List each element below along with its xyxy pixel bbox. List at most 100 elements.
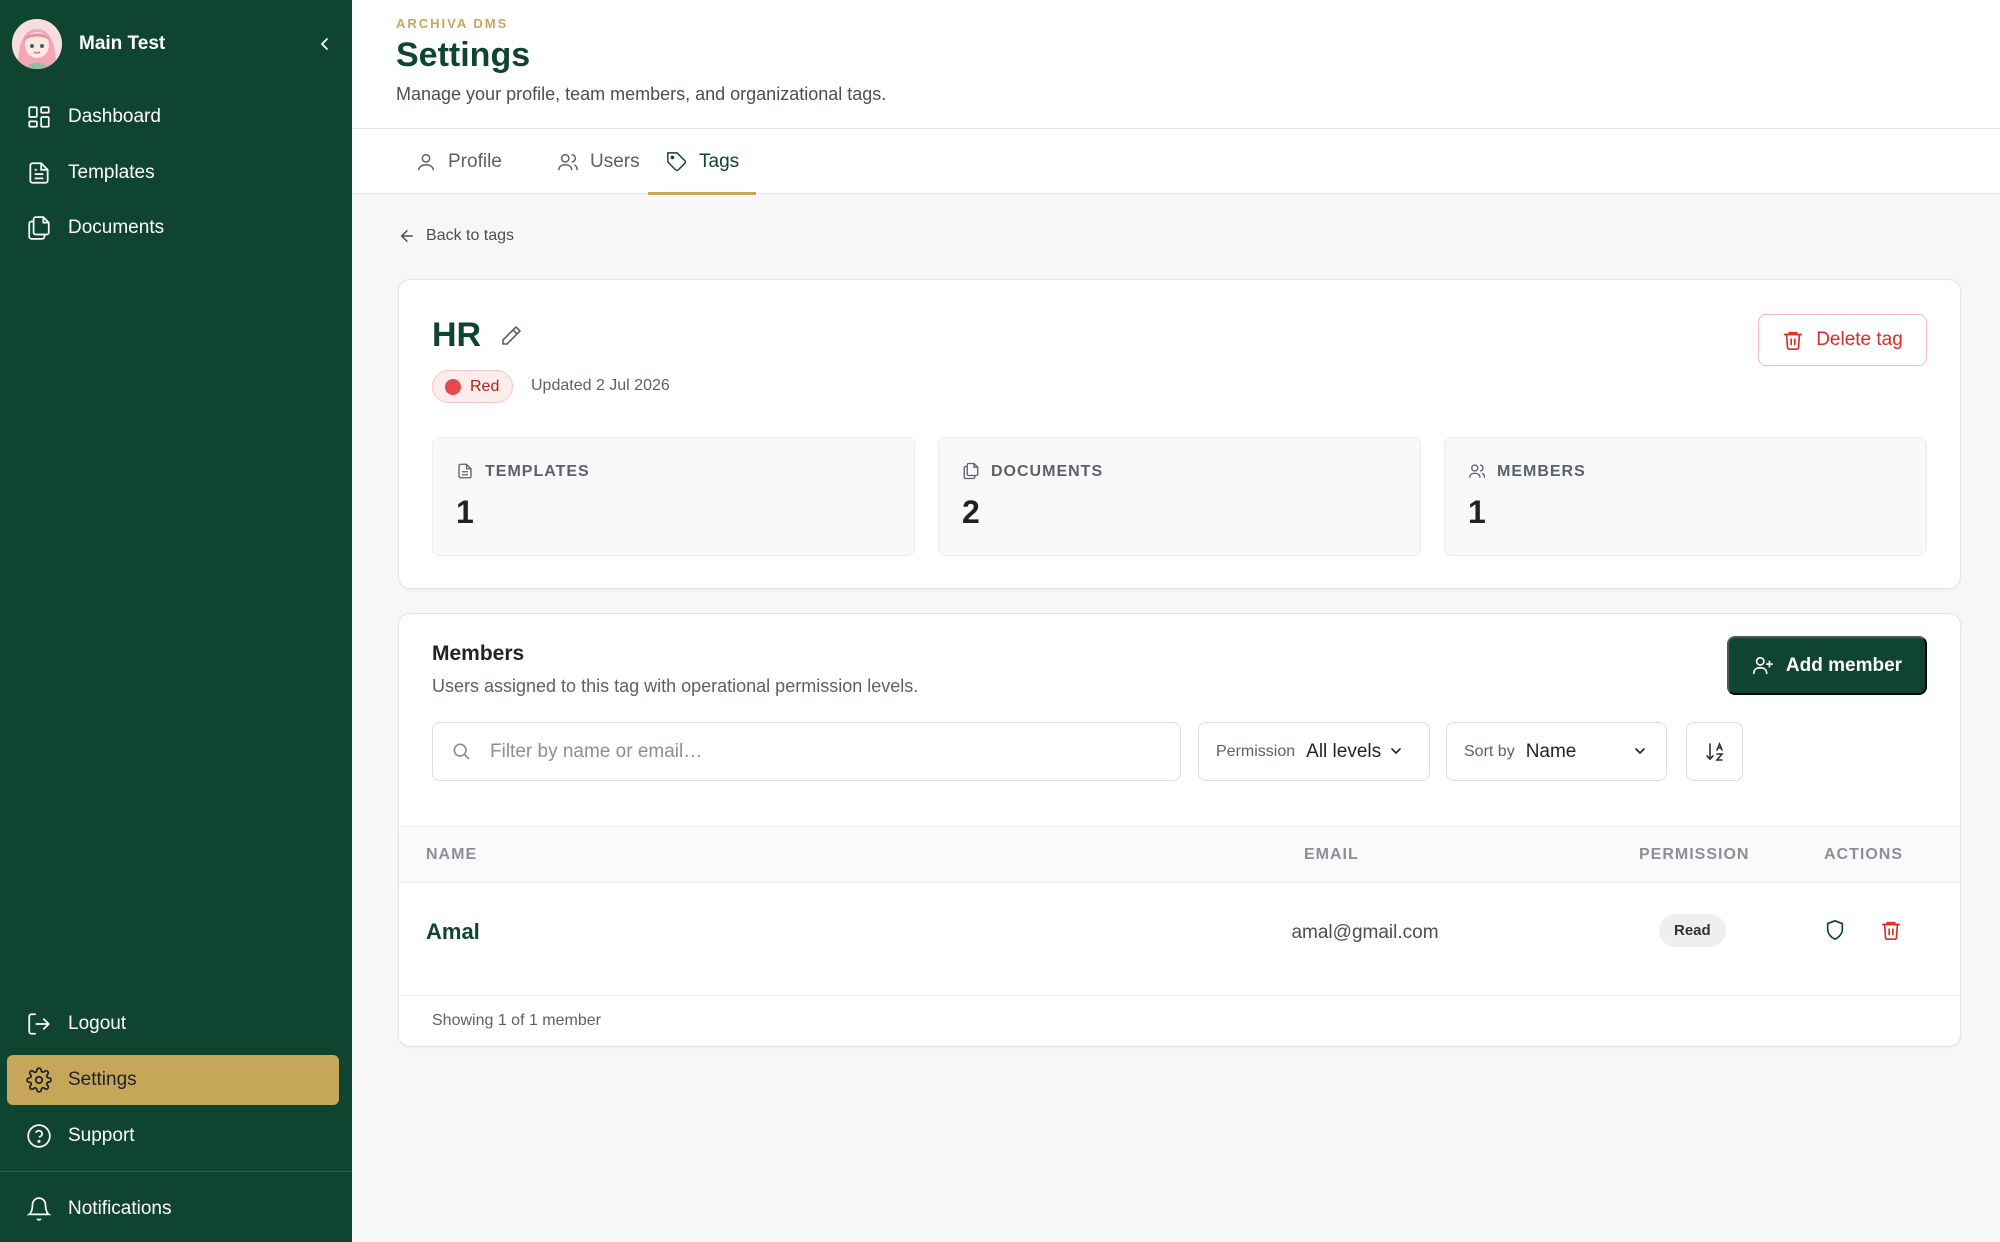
documents-icon xyxy=(25,214,53,242)
logout-icon xyxy=(25,1010,53,1038)
file-text-icon xyxy=(456,462,476,482)
column-header-name[interactable]: NAME xyxy=(426,846,477,864)
updated-date: Updated 2 Jul 2026 xyxy=(531,377,670,394)
tag-color-label: Red xyxy=(470,377,500,395)
documents-icon xyxy=(962,462,982,482)
sidebar-item-logout[interactable]: Logout xyxy=(7,999,339,1049)
app-eyebrow: ARCHIVA DMS xyxy=(396,16,509,31)
tag-icon xyxy=(665,150,689,174)
sidebar-item-notifications[interactable]: Notifications xyxy=(7,1184,339,1234)
sidebar-item-label: Documents xyxy=(68,217,165,238)
back-to-tags-link[interactable]: Back to tags xyxy=(398,226,514,246)
tag-color-badge: Red xyxy=(432,370,514,403)
trash-icon xyxy=(1782,329,1804,351)
stat-documents: DOCUMENTS 2 xyxy=(938,437,1421,556)
collapse-sidebar-button[interactable] xyxy=(310,29,340,59)
column-header-email[interactable]: EMAIL xyxy=(1304,846,1359,864)
settings-tabs: Profile Users Tags xyxy=(352,129,2000,195)
sidebar-item-label: Logout xyxy=(68,1013,127,1034)
trash-icon xyxy=(1881,921,1901,940)
column-header-permission[interactable]: PERMISSION xyxy=(1639,846,1749,864)
delete-tag-button[interactable]: Delete tag xyxy=(1758,314,1927,366)
back-label: Back to tags xyxy=(426,227,515,244)
permission-filter-value: All levels xyxy=(1306,740,1382,762)
stat-label: TEMPLATES xyxy=(485,463,590,480)
page-subtitle: Manage your profile, team members, and o… xyxy=(396,84,887,104)
sidebar-item-templates[interactable]: Templates xyxy=(7,148,339,198)
search-icon xyxy=(451,741,473,763)
sort-by-value: Name xyxy=(1525,740,1577,762)
member-search-field[interactable] xyxy=(432,722,1181,781)
stat-label: DOCUMENTS xyxy=(991,463,1104,480)
stat-value: 1 xyxy=(1468,494,1486,530)
page-title: Settings xyxy=(396,36,531,74)
tab-tags[interactable]: Tags xyxy=(648,129,757,195)
file-text-icon xyxy=(25,159,53,187)
stat-value: 1 xyxy=(456,494,474,530)
member-email: amal@gmail.com xyxy=(1291,922,1439,943)
sort-direction-button[interactable] xyxy=(1686,722,1743,781)
add-member-button[interactable]: Add member xyxy=(1727,636,1927,695)
sort-ascending-icon xyxy=(1705,741,1724,761)
tab-users[interactable]: Users xyxy=(539,129,657,194)
edit-tag-pencil-icon[interactable] xyxy=(499,324,525,350)
search-input[interactable] xyxy=(490,740,1170,763)
column-header-actions: ACTIONS xyxy=(1824,846,1903,863)
sidebar-item-label: Templates xyxy=(68,162,155,183)
stat-label: MEMBERS xyxy=(1497,463,1586,480)
sidebar-item-label: Dashboard xyxy=(68,106,161,127)
members-subtitle: Users assigned to this tag with operatio… xyxy=(432,676,919,696)
tab-label: Tags xyxy=(699,150,740,172)
dashboard-icon xyxy=(25,103,53,131)
tag-detail-card: HR Red Updated 2 Jul 2026 Delete tag TEM… xyxy=(398,279,1961,589)
page-header: ARCHIVA DMS Settings Manage your profile… xyxy=(352,0,2000,129)
table-row: Amal amal@gmail.com Read xyxy=(399,883,1960,996)
arrow-left-icon xyxy=(398,226,418,246)
stat-members: MEMBERS 1 xyxy=(1444,437,1927,556)
delete-tag-label: Delete tag xyxy=(1816,329,1903,350)
sidebar-item-support[interactable]: Support xyxy=(7,1111,339,1161)
sidebar-item-settings[interactable]: Settings xyxy=(7,1055,339,1105)
color-dot xyxy=(445,378,461,395)
sidebar-item-dashboard[interactable]: Dashboard xyxy=(7,92,339,142)
sidebar-item-label: Notifications xyxy=(68,1198,172,1219)
sidebar-header: Main Test xyxy=(12,19,340,69)
add-member-label: Add member xyxy=(1785,654,1903,676)
user-icon xyxy=(414,150,438,174)
chevron-left-icon xyxy=(320,38,328,50)
members-card: Members Users assigned to this tag with … xyxy=(398,613,1961,1047)
user-plus-icon xyxy=(1752,654,1776,678)
stat-label-row: TEMPLATES xyxy=(456,462,590,482)
chevron-down-icon xyxy=(1389,744,1405,760)
users-icon xyxy=(1468,462,1488,482)
edit-permission-button[interactable] xyxy=(1821,916,1849,944)
sidebar-item-label: Settings xyxy=(68,1069,137,1090)
gear-icon xyxy=(25,1066,53,1094)
tab-label: Profile xyxy=(448,150,502,172)
tab-label: Users xyxy=(590,150,640,172)
stat-value: 2 xyxy=(962,494,980,530)
stat-templates: TEMPLATES 1 xyxy=(432,437,915,556)
avatar[interactable] xyxy=(12,19,62,69)
permission-filter-label: Permission xyxy=(1216,742,1296,760)
sidebar-item-label: Support xyxy=(68,1125,135,1146)
permission-filter-select[interactable]: Permission All levels xyxy=(1198,722,1430,781)
member-name[interactable]: Amal xyxy=(426,919,480,945)
user-name: Main Test xyxy=(79,33,166,54)
sidebar-item-documents[interactable]: Documents xyxy=(7,203,339,253)
bell-icon xyxy=(25,1195,53,1223)
table-header: NAME EMAIL PERMISSION ACTIONS xyxy=(399,826,1960,883)
sidebar: Main Test Dashboard Templates Documents … xyxy=(0,0,352,1242)
chevron-down-icon xyxy=(1633,744,1649,760)
tab-profile[interactable]: Profile xyxy=(397,129,519,194)
members-title: Members xyxy=(432,642,525,665)
stat-label-row: DOCUMENTS xyxy=(962,462,1103,482)
sort-by-select[interactable]: Sort by Name xyxy=(1446,722,1667,781)
stat-label-row: MEMBERS xyxy=(1468,462,1586,482)
shield-icon xyxy=(1826,920,1844,940)
sort-by-label: Sort by xyxy=(1464,742,1515,760)
permission-badge: Read xyxy=(1659,914,1726,947)
remove-member-button[interactable] xyxy=(1877,916,1905,944)
table-footer-count: Showing 1 of 1 member xyxy=(432,1012,601,1029)
users-icon xyxy=(556,150,580,174)
